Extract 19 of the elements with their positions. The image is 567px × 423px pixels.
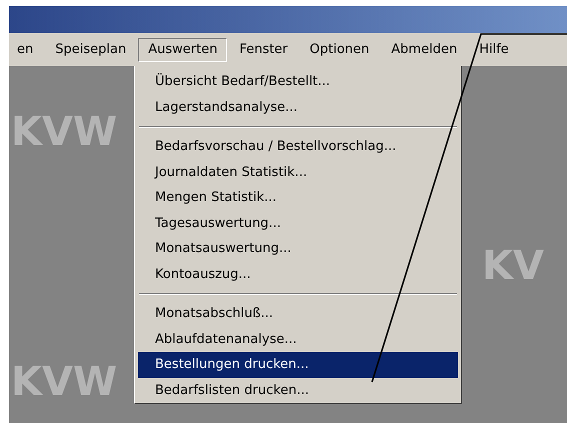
- menu-item[interactable]: Bedarfsvorschau / Bestellvorschlag...: [138, 134, 458, 160]
- menu-bar-item[interactable]: Hilfe: [469, 38, 519, 62]
- menu-item[interactable]: Lagerstandsanalyse...: [138, 94, 458, 120]
- menu-item[interactable]: Bedarfslisten drucken...: [138, 378, 458, 403]
- menu-item[interactable]: Journaldaten Statistik...: [138, 160, 458, 185]
- menu-bar-item[interactable]: Abmelden: [381, 38, 468, 62]
- menu-item[interactable]: Mengen Statistik...: [138, 185, 458, 210]
- menu-bar-item[interactable]: Speiseplan: [45, 38, 136, 62]
- menu-item[interactable]: Bestellungen drucken...: [138, 352, 458, 378]
- menu-item[interactable]: Übersicht Bedarf/Bestellt...: [138, 69, 458, 94]
- menu-item[interactable]: Monatsauswertung...: [138, 236, 458, 262]
- menu-item[interactable]: Ablaufdatenanalyse...: [138, 326, 458, 352]
- menu-item[interactable]: Kontoauszug...: [138, 262, 458, 287]
- menu-bar-item[interactable]: en: [7, 38, 44, 62]
- menu-bar-item[interactable]: Fenster: [229, 38, 298, 62]
- menu-item[interactable]: Monatsabschluß...: [138, 301, 458, 326]
- menu-bar-item[interactable]: Optionen: [300, 38, 380, 62]
- menu-item[interactable]: Tagesauswertung...: [138, 210, 458, 236]
- menu-bar-item[interactable]: Auswerten: [138, 38, 228, 62]
